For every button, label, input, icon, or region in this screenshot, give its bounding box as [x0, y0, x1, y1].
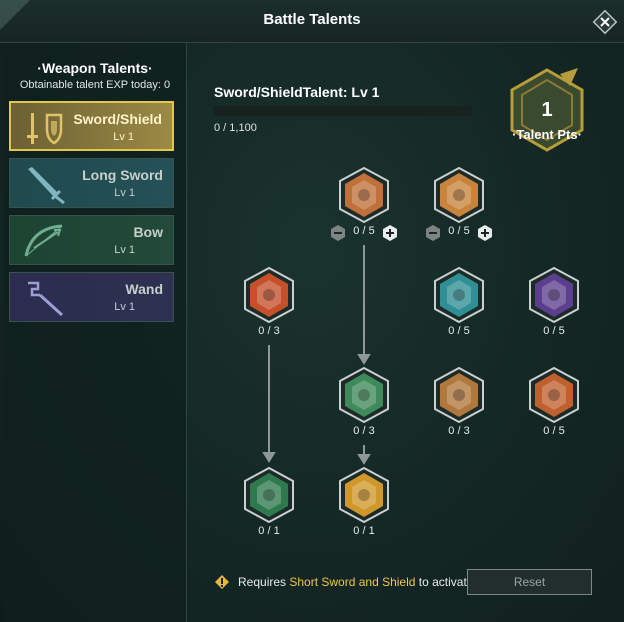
requirement-note: Requires Short Sword and Shield to activ…: [238, 575, 467, 589]
talent-node[interactable]: [337, 366, 391, 424]
iron-shield-icon: [434, 266, 484, 324]
requirement-highlight: Short Sword and Shield: [289, 575, 416, 589]
plus-icon: [478, 225, 492, 241]
talent-node-count: 0 / 5: [543, 425, 565, 437]
talent-node[interactable]: [242, 466, 296, 524]
talent-node[interactable]: [527, 366, 581, 424]
increase-button[interactable]: [381, 224, 399, 242]
thumbs-up-icon: [529, 366, 579, 424]
minus-icon: [426, 225, 440, 241]
talent-node-count: 0 / 5: [448, 325, 470, 337]
talent-node[interactable]: [337, 166, 391, 224]
sword-blade-icon: [434, 166, 484, 224]
increase-button[interactable]: [476, 224, 494, 242]
talent-node-count: 0 / 3: [353, 425, 375, 437]
talent-node[interactable]: [527, 266, 581, 324]
talent-node-count: 0 / 3: [448, 425, 470, 437]
beast-face-icon: [244, 466, 294, 524]
plus-icon: [383, 225, 397, 241]
reset-button[interactable]: Reset: [467, 569, 592, 595]
talent-node[interactable]: [432, 366, 486, 424]
arcane-seal-icon: [529, 266, 579, 324]
crest-shield-icon: [339, 466, 389, 524]
decrease-button[interactable]: [424, 224, 442, 242]
talent-node-count: 0 / 1: [258, 525, 280, 537]
warning-icon: [215, 575, 229, 589]
talent-node-count: 0 / 5: [543, 325, 565, 337]
talent-node-count: 0 / 3: [258, 325, 280, 337]
guard-shield-icon: [339, 366, 389, 424]
talent-node[interactable]: [337, 466, 391, 524]
talent-node[interactable]: [432, 266, 486, 324]
talent-node[interactable]: [242, 266, 296, 324]
talent-node-count: 0 / 1: [353, 525, 375, 537]
decrease-button[interactable]: [329, 224, 347, 242]
shield-bash-icon: [339, 166, 389, 224]
talent-node[interactable]: [432, 166, 486, 224]
golden-shield-icon: [434, 366, 484, 424]
minus-icon: [331, 225, 345, 241]
fist-flame-icon: [244, 266, 294, 324]
